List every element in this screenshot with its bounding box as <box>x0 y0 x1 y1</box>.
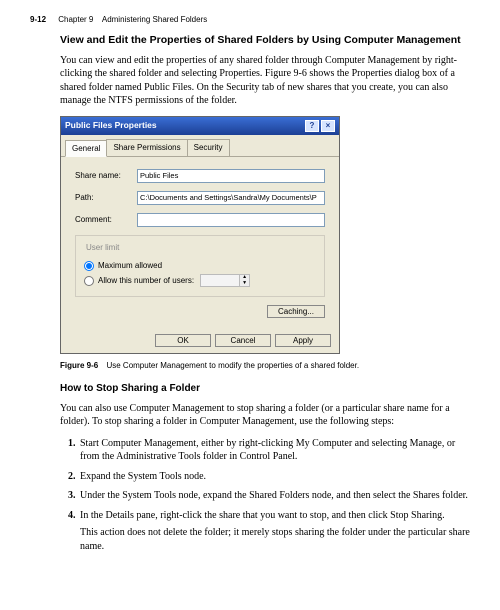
close-icon[interactable]: × <box>321 120 335 132</box>
dialog-footer: OK Cancel Apply <box>61 328 339 353</box>
comment-label: Comment: <box>75 214 137 225</box>
share-name-label: Share name: <box>75 170 137 181</box>
figure-number: Figure 9-6 <box>60 361 98 370</box>
cancel-button[interactable]: Cancel <box>215 334 271 347</box>
caching-button[interactable]: Caching... <box>267 305 325 318</box>
step-4: In the Details pane, right-click the sha… <box>78 509 470 554</box>
path-input[interactable]: C:\Documents and Settings\Sandra\My Docu… <box>137 191 325 205</box>
section1-paragraph: You can view and edit the properties of … <box>60 54 470 108</box>
apply-button[interactable]: Apply <box>275 334 331 347</box>
tab-share-permissions[interactable]: Share Permissions <box>106 139 187 156</box>
share-name-input[interactable]: Public Files <box>137 169 325 183</box>
tab-general[interactable]: General <box>65 140 107 157</box>
page-header: 9-12 Chapter 9 Administering Shared Fold… <box>30 14 470 25</box>
properties-dialog: Public Files Properties ? × General Shar… <box>60 116 340 355</box>
radio-allow-label: Allow this number of users: <box>98 275 194 286</box>
page-number: 9-12 <box>30 15 46 24</box>
section-heading-view-edit: View and Edit the Properties of Shared F… <box>60 33 470 48</box>
path-label: Path: <box>75 192 137 203</box>
figure-caption: Figure 9-6 Use Computer Management to mo… <box>60 360 470 371</box>
dialog-title: Public Files Properties <box>65 120 157 132</box>
fieldset-legend: User limit <box>84 242 121 253</box>
section2-paragraph: You can also use Computer Management to … <box>60 402 470 429</box>
steps-list: Start Computer Management, either by rig… <box>78 437 470 554</box>
spinner-down-icon[interactable]: ▼ <box>239 281 249 287</box>
ok-button[interactable]: OK <box>155 334 211 347</box>
chapter-label: Chapter 9 <box>58 15 93 24</box>
titlebar: Public Files Properties ? × <box>61 117 339 135</box>
step-2: Expand the System Tools node. <box>78 470 470 484</box>
figure-text: Use Computer Management to modify the pr… <box>106 361 359 370</box>
help-icon[interactable]: ? <box>305 120 319 132</box>
dialog-screenshot: Public Files Properties ? × General Shar… <box>60 116 470 355</box>
comment-input[interactable] <box>137 213 325 227</box>
step-1: Start Computer Management, either by rig… <box>78 437 470 464</box>
user-limit-fieldset: User limit Maximum allowed Allow this nu… <box>75 235 325 297</box>
step-4-text: In the Details pane, right-click the sha… <box>80 510 445 521</box>
tab-security[interactable]: Security <box>187 139 230 156</box>
step-4-followup: This action does not delete the folder; … <box>80 526 470 553</box>
radio-allow-number[interactable] <box>84 276 94 286</box>
chapter-title: Administering Shared Folders <box>102 15 207 24</box>
radio-max-label: Maximum allowed <box>98 260 162 271</box>
radio-maximum-allowed[interactable] <box>84 261 94 271</box>
section-heading-stop-sharing: How to Stop Sharing a Folder <box>60 382 470 396</box>
user-count-spinner[interactable]: ▲▼ <box>200 274 250 287</box>
step-3: Under the System Tools node, expand the … <box>78 489 470 503</box>
dialog-body: Share name: Public Files Path: C:\Docume… <box>61 157 339 328</box>
tab-strip: General Share Permissions Security <box>61 135 339 157</box>
